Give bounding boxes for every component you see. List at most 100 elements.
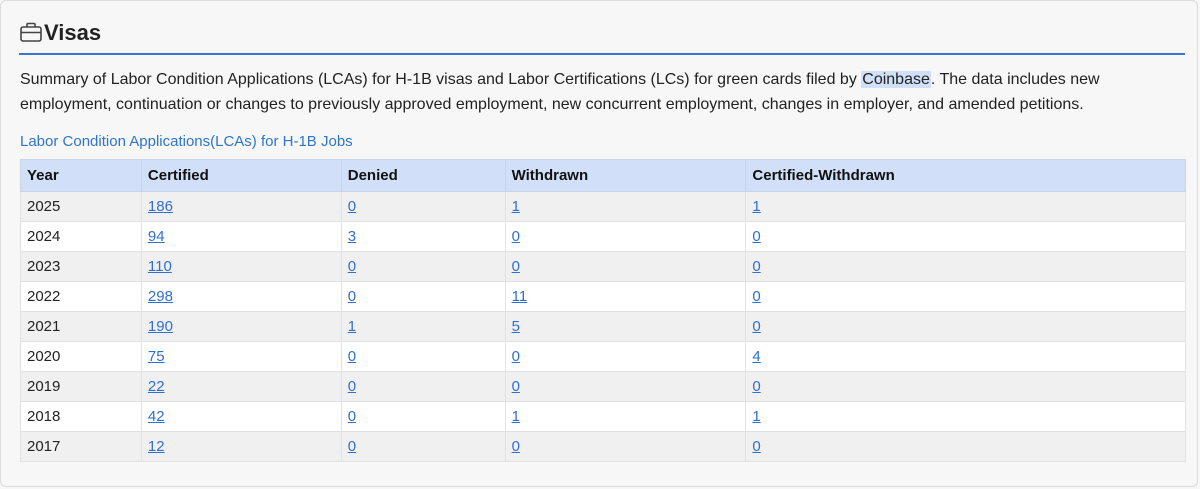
certified-withdrawn-count-link[interactable]: 0 (752, 438, 760, 455)
cell-denied: 0 (340, 431, 506, 462)
withdrawn-count-link[interactable]: 0 (512, 228, 520, 245)
certified-withdrawn-count-link[interactable]: 0 (752, 318, 760, 335)
certified-count-link[interactable]: 22 (148, 378, 165, 395)
cell-withdrawn: 0 (504, 341, 747, 372)
denied-count-link[interactable]: 0 (348, 198, 356, 215)
withdrawn-count-link[interactable]: 1 (512, 408, 520, 425)
table-row: 2022 298 0 11 0 (20, 281, 1186, 312)
cell-certified-withdrawn: 4 (745, 341, 1186, 372)
certified-withdrawn-count-link[interactable]: 4 (752, 348, 760, 365)
withdrawn-count-link[interactable]: 5 (512, 318, 520, 335)
cell-year: 2021 (20, 311, 142, 342)
withdrawn-count-link[interactable]: 0 (512, 258, 520, 275)
cell-withdrawn: 0 (504, 221, 747, 252)
certified-count-link[interactable]: 186 (148, 198, 173, 215)
cell-certified: 42 (140, 401, 342, 432)
cell-certified-withdrawn: 0 (745, 311, 1186, 342)
certified-count-link[interactable]: 12 (148, 438, 165, 455)
certified-count-link[interactable]: 110 (148, 258, 172, 275)
cell-certified-withdrawn: 0 (745, 251, 1186, 282)
certified-count-link[interactable]: 298 (148, 288, 173, 305)
withdrawn-count-link[interactable]: 11 (512, 288, 528, 305)
denied-count-link[interactable]: 3 (348, 228, 356, 245)
withdrawn-count-link[interactable]: 0 (512, 438, 520, 455)
denied-count-link[interactable]: 0 (348, 408, 356, 425)
cell-year: 2022 (20, 281, 142, 312)
cell-certified-withdrawn: 0 (745, 371, 1186, 402)
certified-count-link[interactable]: 42 (148, 408, 165, 425)
cell-year: 2025 (20, 191, 142, 222)
certified-withdrawn-count-link[interactable]: 0 (752, 228, 760, 245)
cell-denied: 0 (340, 401, 506, 432)
cell-certified-withdrawn: 1 (745, 191, 1186, 222)
column-header-denied: Denied (340, 159, 506, 192)
briefcase-icon (19, 21, 43, 43)
denied-count-link[interactable]: 0 (348, 348, 356, 365)
certified-count-link[interactable]: 75 (148, 348, 165, 365)
cell-certified: 12 (140, 431, 342, 462)
lca-section-link[interactable]: Labor Condition Applications(LCAs) for H… (20, 131, 353, 153)
cell-year: 2017 (20, 431, 142, 462)
cell-year: 2023 (20, 251, 142, 282)
table-row: 2025 186 0 1 1 (20, 191, 1186, 222)
table-header-row: Year Certified Denied Withdrawn Certifie… (20, 159, 1186, 192)
cell-year: 2019 (20, 371, 142, 402)
certified-withdrawn-count-link[interactable]: 1 (752, 408, 760, 425)
cell-certified: 75 (140, 341, 342, 372)
denied-count-link[interactable]: 1 (348, 318, 356, 335)
cell-certified-withdrawn: 0 (745, 431, 1186, 462)
cell-withdrawn: 1 (504, 401, 747, 432)
cell-year: 2018 (20, 401, 142, 432)
cell-certified: 186 (140, 191, 342, 222)
table-row: 2024 94 3 0 0 (20, 221, 1186, 252)
cell-withdrawn: 0 (504, 251, 747, 282)
cell-certified: 22 (140, 371, 342, 402)
cell-withdrawn: 5 (504, 311, 747, 342)
section-heading: Visas (19, 19, 1185, 55)
cell-certified-withdrawn: 0 (745, 281, 1186, 312)
cell-certified-withdrawn: 0 (745, 221, 1186, 252)
denied-count-link[interactable]: 0 (348, 378, 356, 395)
certified-withdrawn-count-link[interactable]: 0 (752, 258, 760, 275)
cell-withdrawn: 1 (504, 191, 747, 222)
section-title: Visas (44, 20, 102, 45)
cell-withdrawn: 0 (504, 371, 747, 402)
denied-count-link[interactable]: 0 (348, 288, 356, 305)
cell-certified: 298 (140, 281, 342, 312)
certified-withdrawn-count-link[interactable]: 1 (752, 198, 760, 215)
cell-denied: 0 (340, 251, 506, 282)
cell-withdrawn: 0 (504, 431, 747, 462)
denied-count-link[interactable]: 0 (348, 438, 356, 455)
column-header-year: Year (20, 159, 142, 192)
column-header-certified: Certified (140, 159, 342, 192)
table-row: 2017 12 0 0 0 (20, 431, 1186, 462)
withdrawn-count-link[interactable]: 1 (512, 198, 520, 215)
cell-denied: 3 (340, 221, 506, 252)
lca-table: Year Certified Denied Withdrawn Certifie… (20, 159, 1186, 462)
cell-denied: 0 (340, 281, 506, 312)
summary-before: Summary of Labor Condition Applications … (20, 71, 862, 88)
column-header-certified-withdrawn: Certified-Withdrawn (745, 159, 1186, 192)
table-row: 2023 110 0 0 0 (20, 251, 1186, 282)
column-header-withdrawn: Withdrawn (504, 159, 747, 192)
cell-certified: 190 (140, 311, 342, 342)
visas-panel: Visas Summary of Labor Condition Applica… (0, 0, 1198, 487)
denied-count-link[interactable]: 0 (348, 258, 356, 275)
certified-withdrawn-count-link[interactable]: 0 (752, 378, 760, 395)
certified-withdrawn-count-link[interactable]: 0 (752, 288, 760, 305)
withdrawn-count-link[interactable]: 0 (512, 378, 520, 395)
cell-withdrawn: 11 (504, 281, 747, 312)
cell-denied: 1 (340, 311, 506, 342)
cell-denied: 0 (340, 341, 506, 372)
cell-denied: 0 (340, 371, 506, 402)
summary-text: Summary of Labor Condition Applications … (20, 67, 1180, 117)
cell-year: 2024 (20, 221, 142, 252)
cell-year: 2020 (20, 341, 142, 372)
cell-certified-withdrawn: 1 (745, 401, 1186, 432)
certified-count-link[interactable]: 190 (148, 318, 173, 335)
withdrawn-count-link[interactable]: 0 (512, 348, 520, 365)
certified-count-link[interactable]: 94 (148, 228, 165, 245)
company-name-highlight: Coinbase (861, 71, 931, 88)
cell-certified: 110 (140, 251, 342, 282)
table-row: 2019 22 0 0 0 (20, 371, 1186, 402)
